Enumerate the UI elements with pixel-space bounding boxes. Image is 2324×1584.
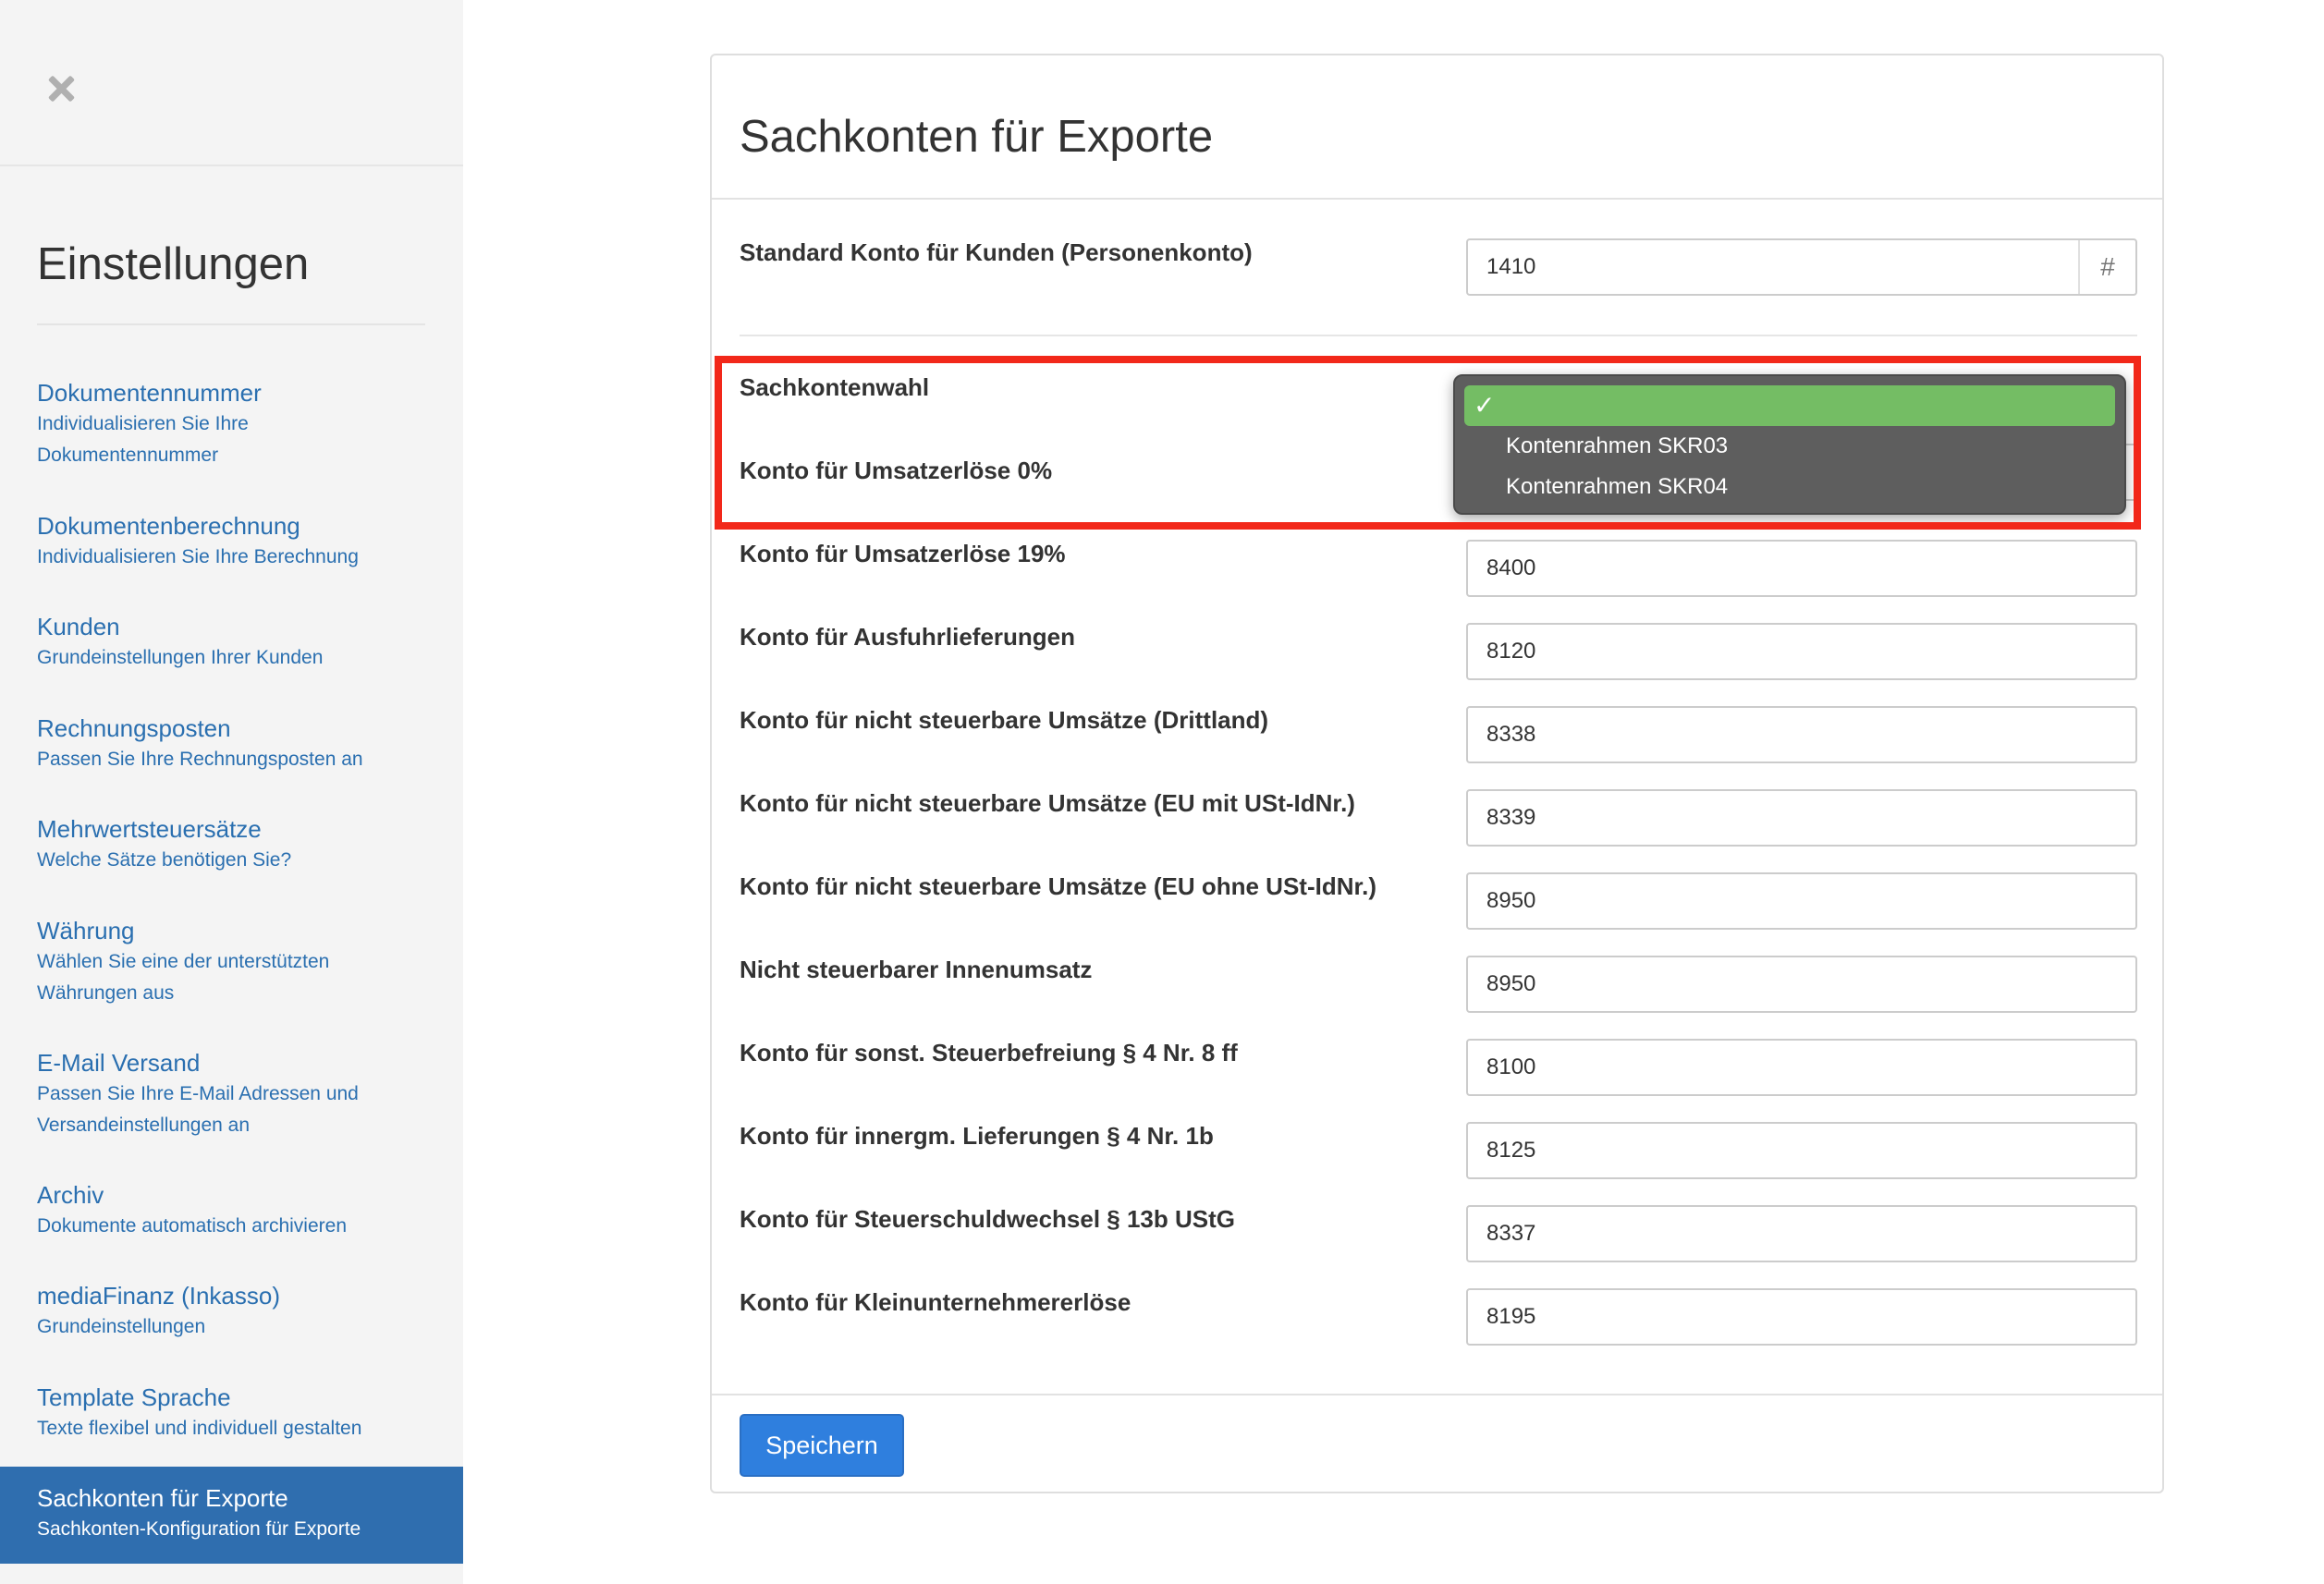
sidebar-item-kunden[interactable]: Kunden Grundeinstellungen Ihrer Kunden bbox=[0, 611, 463, 674]
sidebar-item-subtitle: Passen Sie Ihre E-Mail Adressen und Vers… bbox=[37, 1083, 359, 1136]
checkmark-icon: ✓ bbox=[1474, 391, 1496, 420]
settings-panel: Sachkonten für Exporte Standard Konto fü… bbox=[710, 54, 2164, 1493]
sidebar-item-mehrwertsteuersaetze[interactable]: Mehrwertsteuersätze Welche Sätze benötig… bbox=[0, 813, 463, 876]
account-input-eu-mit-ustid[interactable]: 8339 bbox=[1466, 789, 2137, 847]
sidebar-item-subtitle: Dokumente automatisch archivieren bbox=[37, 1215, 347, 1237]
dropdown-option-empty[interactable]: ✓ bbox=[1464, 385, 2115, 426]
sidebar-item-waehrung[interactable]: Währung Wählen Sie eine der unterstützte… bbox=[0, 915, 463, 1009]
sidebar-title: Einstellungen bbox=[37, 239, 310, 289]
save-button[interactable]: Speichern bbox=[740, 1414, 904, 1477]
sidebar-item-title: Mehrwertsteuersätze bbox=[37, 815, 262, 843]
sidebar-item-title: Währung bbox=[37, 917, 135, 944]
account-label-eu-ohne-ustid: Konto für nicht steuerbare Umsätze (EU o… bbox=[740, 872, 1377, 900]
account-input-drittland[interactable]: 8338 bbox=[1466, 706, 2137, 763]
account-label-umsatzerloese-0: Konto für Umsatzerlöse 0% bbox=[740, 457, 1053, 484]
sidebar: Einstellungen Dokumentennummer Individua… bbox=[0, 0, 463, 1584]
sidebar-item-title: mediaFinanz (Inkasso) bbox=[37, 1282, 280, 1310]
sidebar-item-sachkonten[interactable]: Sachkonten für Exporte Sachkonten-Konfig… bbox=[0, 1467, 463, 1564]
sidebar-item-subtitle: Sachkonten-Konfiguration für Exporte bbox=[37, 1518, 361, 1540]
account-input-innenumsatz[interactable]: 8950 bbox=[1466, 956, 2137, 1013]
account-input-umsatzerloese-19[interactable]: 8400 bbox=[1466, 540, 2137, 597]
panel-footer-divider bbox=[712, 1394, 2162, 1395]
section-divider bbox=[740, 335, 2137, 336]
sidebar-item-subtitle: Grundeinstellungen bbox=[37, 1316, 206, 1337]
sidebar-item-title: Sachkonten für Exporte bbox=[37, 1484, 288, 1512]
sidebar-item-dokumentennummer[interactable]: Dokumentennummer Individualisieren Sie I… bbox=[0, 377, 463, 471]
sidebar-divider bbox=[0, 164, 463, 166]
sidebar-item-email-versand[interactable]: E-Mail Versand Passen Sie Ihre E-Mail Ad… bbox=[0, 1047, 463, 1141]
close-icon[interactable] bbox=[42, 69, 80, 108]
panel-header-divider bbox=[712, 198, 2162, 200]
sidebar-item-dokumentenberechnung[interactable]: Dokumentenberechnung Individualisieren S… bbox=[0, 510, 463, 573]
dropdown-option-skr03[interactable]: Kontenrahmen SKR03 bbox=[1464, 426, 2115, 467]
account-input-innergm-lieferungen[interactable]: 8125 bbox=[1466, 1122, 2137, 1179]
dropdown-option-label: Kontenrahmen SKR04 bbox=[1506, 474, 1729, 499]
chart-select-edge bbox=[2126, 374, 2139, 430]
sidebar-item-archiv[interactable]: Archiv Dokumente automatisch archivieren bbox=[0, 1179, 463, 1242]
customer-account-value: 1410 bbox=[1486, 254, 1536, 279]
customer-account-label: Standard Konto für Kunden (Personenkonto… bbox=[740, 238, 1253, 266]
sidebar-item-title: Dokumentenberechnung bbox=[37, 512, 300, 540]
account-label-innergm-lieferungen: Konto für innergm. Lieferungen § 4 Nr. 1… bbox=[740, 1122, 1214, 1150]
sidebar-item-subtitle: Individualisieren Sie Ihre Dokumentennum… bbox=[37, 413, 249, 466]
account-label-kleinunternehmer: Konto für Kleinunternehmererlöse bbox=[740, 1288, 1131, 1316]
account-input-eu-ohne-ustid[interactable]: 8950 bbox=[1466, 872, 2137, 930]
dropdown-option-label: Kontenrahmen SKR03 bbox=[1506, 433, 1729, 458]
sidebar-item-rechnungsposten[interactable]: Rechnungsposten Passen Sie Ihre Rechnung… bbox=[0, 713, 463, 775]
page-title: Sachkonten für Exporte bbox=[740, 112, 1214, 162]
sidebar-item-subtitle: Individualisieren Sie Ihre Berechnung bbox=[37, 546, 359, 567]
account-label-drittland: Konto für nicht steuerbare Umsätze (Drit… bbox=[740, 706, 1269, 734]
account-input-ausfuhrlieferungen[interactable]: 8120 bbox=[1466, 623, 2137, 680]
dropdown-option-skr04[interactable]: Kontenrahmen SKR04 bbox=[1464, 467, 2115, 507]
sidebar-title-divider bbox=[37, 323, 425, 325]
sidebar-item-subtitle: Welche Sätze benötigen Sie? bbox=[37, 849, 292, 871]
chart-select-label: Sachkontenwahl bbox=[740, 373, 930, 401]
sidebar-item-title: Dokumentennummer bbox=[37, 379, 262, 407]
sidebar-item-title: E-Mail Versand bbox=[37, 1049, 201, 1077]
account-input-steuerbefreiung[interactable]: 8100 bbox=[1466, 1039, 2137, 1096]
sidebar-item-title: Archiv bbox=[37, 1181, 104, 1209]
account-label-ausfuhrlieferungen: Konto für Ausfuhrlieferungen bbox=[740, 623, 1076, 651]
sidebar-item-subtitle: Grundeinstellungen Ihrer Kunden bbox=[37, 647, 324, 668]
account-label-steuerbefreiung: Konto für sonst. Steuerbefreiung § 4 Nr.… bbox=[740, 1039, 1238, 1066]
account-label-innenumsatz: Nicht steuerbarer Innenumsatz bbox=[740, 956, 1093, 983]
sidebar-item-title: Kunden bbox=[37, 613, 120, 640]
customer-account-input[interactable]: 1410 # bbox=[1466, 238, 2137, 296]
account-input-steuerschuldwechsel[interactable]: 8337 bbox=[1466, 1205, 2137, 1262]
chart-select-dropdown[interactable]: ✓ Kontenrahmen SKR03 Kontenrahmen SKR04 bbox=[1453, 374, 2126, 515]
sidebar-item-subtitle: Passen Sie Ihre Rechnungsposten an bbox=[37, 749, 363, 770]
account-label-steuerschuldwechsel: Konto für Steuerschuldwechsel § 13b UStG bbox=[740, 1205, 1235, 1233]
sidebar-item-mediafinanz[interactable]: mediaFinanz (Inkasso) Grundeinstellungen bbox=[0, 1280, 463, 1343]
account-label-umsatzerloese-19: Konto für Umsatzerlöse 19% bbox=[740, 540, 1066, 567]
sidebar-item-template-sprache[interactable]: Template Sprache Texte flexibel und indi… bbox=[0, 1382, 463, 1444]
sidebar-item-title: Rechnungsposten bbox=[37, 714, 231, 742]
sidebar-item-title: Template Sprache bbox=[37, 1383, 231, 1411]
sidebar-item-subtitle: Wählen Sie eine der unterstützten Währun… bbox=[37, 951, 330, 1004]
sidebar-item-subtitle: Texte flexibel und individuell gestalten bbox=[37, 1418, 362, 1439]
account-label-eu-mit-ustid: Konto für nicht steuerbare Umsätze (EU m… bbox=[740, 789, 1355, 817]
hash-icon: # bbox=[2078, 240, 2135, 294]
account-input-kleinunternehmer[interactable]: 8195 bbox=[1466, 1288, 2137, 1346]
